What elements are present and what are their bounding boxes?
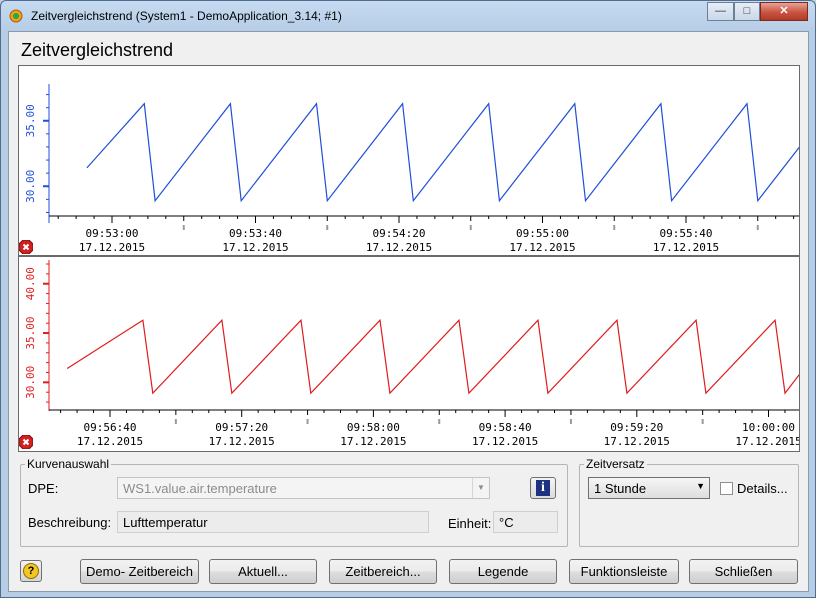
x-date-label: 17.12.2015 (209, 435, 275, 448)
zeitversatz-legend: Zeitversatz (586, 457, 645, 471)
application-window: Zeitvergleichstrend (System1 - DemoAppli… (0, 0, 816, 598)
y-tick-label: 35.00 (24, 316, 37, 349)
x-date-label: 17.12.2015 (604, 435, 670, 448)
zeitversatz-value: 1 Stunde (594, 481, 647, 496)
minimize-button[interactable]: — (707, 2, 734, 21)
x-axis-marker (326, 225, 329, 230)
page-title: Zeitvergleichstrend (21, 40, 174, 60)
schliessen-button[interactable]: Schließen (689, 559, 798, 584)
help-button[interactable]: ? (20, 560, 42, 582)
dpe-label: DPE: (28, 481, 59, 496)
x-axis-marker (756, 225, 759, 230)
x-date-label: 17.12.2015 (222, 241, 288, 254)
trend-1-plot[interactable]: 30.0035.0009:53:0017.12.201509:53:4017.1… (19, 66, 799, 255)
dpe-value: WS1.value.air.temperature (123, 481, 277, 496)
aktuell-button[interactable]: Aktuell... (209, 559, 317, 584)
window-title: Zeitvergleichstrend (System1 - DemoAppli… (31, 9, 342, 23)
trend-series-line (86, 102, 799, 203)
x-time-label: 09:58:00 (347, 421, 400, 434)
trend-series-line (66, 318, 799, 395)
x-axis-marker (174, 419, 177, 424)
close-window-button[interactable]: ✕ (760, 2, 808, 21)
einheit-label: Einheit: (448, 516, 492, 531)
trend-2-plot[interactable]: 30.0035.0040.0009:56:4017.12.201509:57:2… (19, 257, 799, 451)
app-icon (9, 9, 23, 23)
x-date-label: 17.12.2015 (472, 435, 538, 448)
trend-chart-1[interactable]: 30.00 35.00 09:53:00 17.12.2015 09:53:40 17.1… (18, 65, 800, 256)
chevron-down-icon[interactable]: ▼ (472, 478, 489, 498)
legende-button[interactable]: Legende (449, 559, 557, 584)
x-date-label: 17.12.2015 (77, 435, 143, 448)
trend-2-error-icon[interactable] (19, 435, 33, 449)
y-tick-label: 30.00 (24, 366, 37, 399)
x-time-label: 09:54:20 (373, 227, 426, 240)
y-tick-label: 30.00 (24, 170, 37, 203)
title-bar[interactable]: Zeitvergleichstrend (System1 - DemoAppli… (1, 1, 815, 31)
funktionsleiste-button[interactable]: Funktionsleiste (569, 559, 679, 584)
x-time-label: 09:53:00 (86, 227, 139, 240)
maximize-button[interactable]: □ (734, 2, 760, 21)
trend-chart-2[interactable]: 30.00 35.00 40.00 09:56:40 17.12.2015 09:57:2… (18, 256, 800, 452)
x-time-label: 09:56:40 (84, 421, 137, 434)
help-icon: ? (23, 563, 39, 579)
info-icon: i (536, 480, 550, 496)
beschreibung-field: Lufttemperatur (117, 511, 429, 533)
kurvenauswahl-group: Kurvenauswahl (20, 457, 568, 547)
x-time-label: 09:53:40 (229, 227, 282, 240)
info-button[interactable]: i (530, 477, 556, 499)
x-time-label: 09:55:40 (660, 227, 713, 240)
x-time-label: 09:55:00 (516, 227, 569, 240)
x-time-label: 09:58:40 (479, 421, 532, 434)
beschreibung-label: Beschreibung: (28, 515, 112, 530)
trend-1-error-icon[interactable] (19, 240, 33, 254)
x-axis-marker (306, 419, 309, 424)
x-axis-marker (469, 225, 472, 230)
x-axis-marker (701, 419, 704, 424)
x-axis-marker (182, 225, 185, 230)
x-time-label: 09:57:20 (215, 421, 268, 434)
kurvenauswahl-legend: Kurvenauswahl (27, 457, 110, 471)
dpe-combobox[interactable]: WS1.value.air.temperature ▼ (117, 477, 490, 499)
details-checkbox[interactable] (720, 482, 733, 495)
x-axis-marker (613, 225, 616, 230)
zeitversatz-group: Zeitversatz (579, 457, 799, 547)
y-tick-label: 35.00 (24, 104, 37, 137)
chevron-down-icon: ▼ (696, 481, 705, 491)
x-date-label: 17.12.2015 (340, 435, 406, 448)
x-axis-marker (569, 419, 572, 424)
dialog-client-area: Zeitvergleichstrend 30.00 35.00 09:53:00 17… (8, 31, 809, 592)
x-time-label: 10:00:00 (742, 421, 795, 434)
x-date-label: 17.12.2015 (509, 241, 575, 254)
x-date-label: 17.12.2015 (366, 241, 432, 254)
zeitversatz-select[interactable]: 1 Stunde ▼ (588, 477, 710, 499)
einheit-field: °C (493, 511, 558, 533)
x-date-label: 17.12.2015 (653, 241, 719, 254)
x-date-label: 17.12.2015 (735, 435, 799, 448)
x-time-label: 09:59:20 (610, 421, 663, 434)
y-tick-label: 40.00 (24, 267, 37, 300)
details-label[interactable]: Details... (737, 481, 788, 496)
demo-zeitbereich-button[interactable]: Demo- Zeitbereich (80, 559, 199, 584)
x-date-label: 17.12.2015 (79, 241, 145, 254)
zeitbereich-button[interactable]: Zeitbereich... (329, 559, 437, 584)
x-axis-marker (438, 419, 441, 424)
